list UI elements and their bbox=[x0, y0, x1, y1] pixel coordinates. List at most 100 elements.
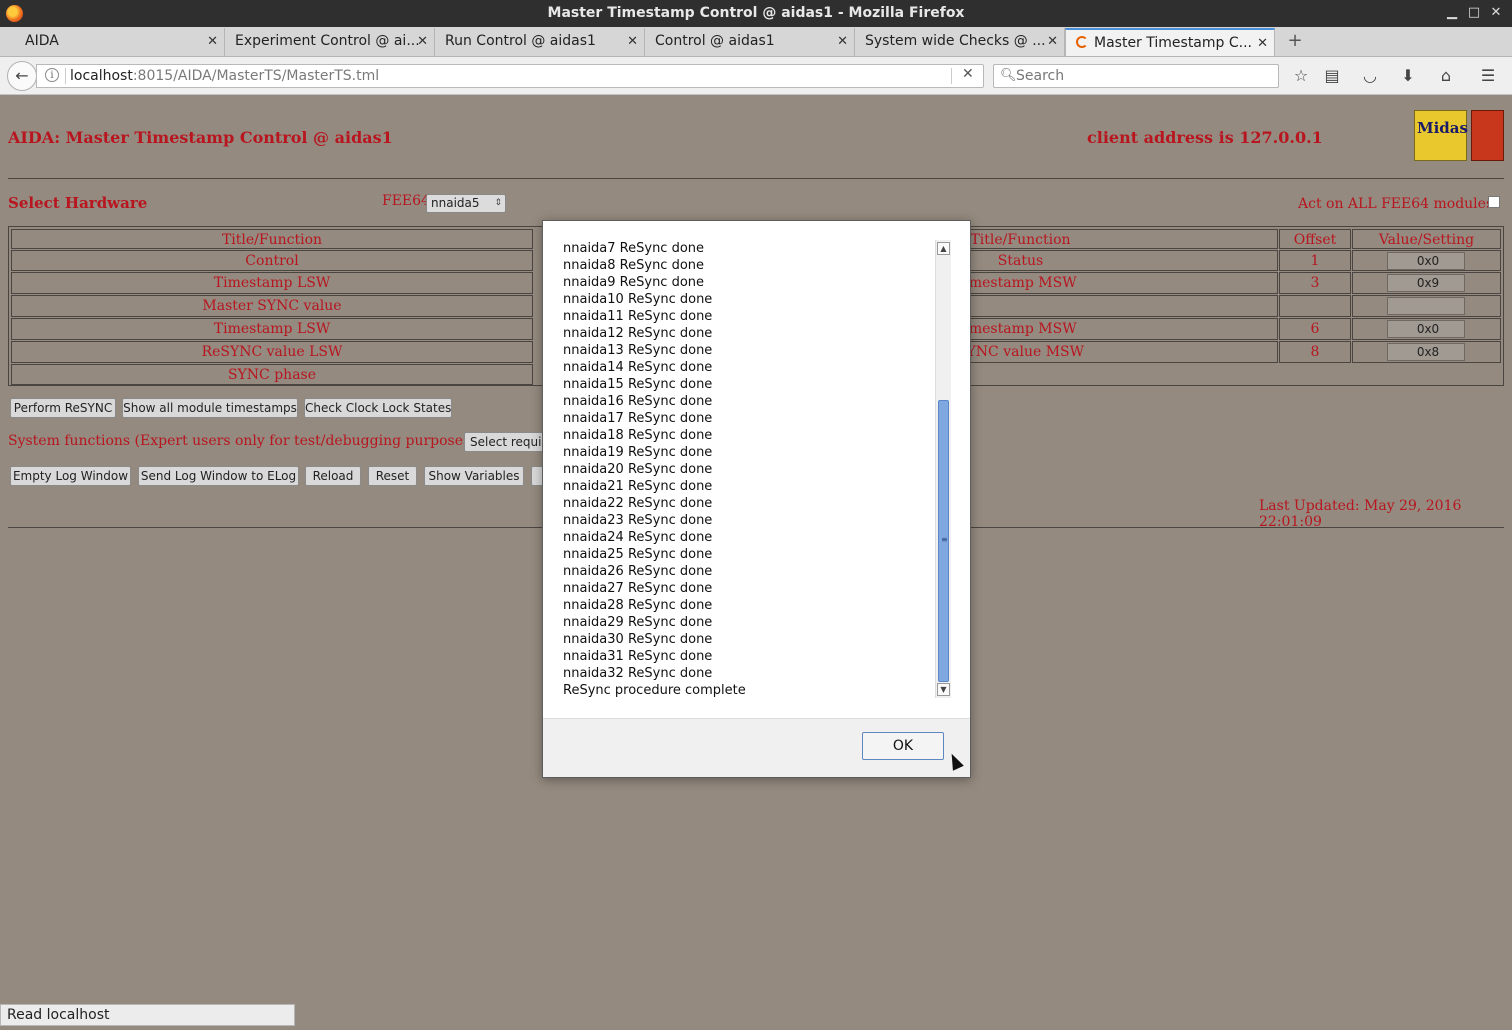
home-icon[interactable]: ⌂ bbox=[1435, 66, 1457, 86]
close-tab-icon[interactable]: ✕ bbox=[1257, 30, 1268, 56]
perform-resync-button[interactable]: Perform ReSYNC bbox=[10, 398, 116, 418]
reader-list-icon[interactable]: ▤ bbox=[1321, 66, 1343, 86]
tab-master-timestamp[interactable]: Master Timestamp C... ✕ bbox=[1065, 28, 1275, 56]
new-tab-icon[interactable]: + bbox=[1285, 30, 1305, 52]
minimize-icon[interactable]: ▁ bbox=[1443, 4, 1461, 22]
tab-system-wide-checks[interactable]: System wide Checks @ ... ✕ bbox=[855, 28, 1065, 56]
tcl-logo bbox=[1471, 110, 1504, 161]
url-bar[interactable]: i localhost:8015/AIDA/MasterTS/MasterTS.… bbox=[36, 64, 984, 88]
act-all-checkbox[interactable] bbox=[1488, 196, 1500, 208]
select-hardware-label: Select Hardware bbox=[8, 194, 148, 212]
dialog-footer: OK bbox=[543, 718, 970, 777]
close-tab-icon[interactable]: ✕ bbox=[417, 28, 428, 55]
resync-alert-dialog: nnaida7 ReSync done nnaida8 ReSync done nn… bbox=[542, 220, 971, 778]
tab-run-control[interactable]: Run Control @ aidas1 ✕ bbox=[435, 28, 645, 56]
dialog-message-line: nnaida22 ReSync done bbox=[563, 496, 713, 511]
value-field[interactable]: 0x0 bbox=[1387, 320, 1465, 338]
dialog-message-line: nnaida15 ReSync done bbox=[563, 377, 713, 392]
ok-button[interactable]: OK bbox=[862, 732, 944, 760]
url-host: localhost bbox=[70, 68, 133, 84]
download-icon[interactable]: ⬇ bbox=[1397, 66, 1419, 86]
value-field[interactable] bbox=[1387, 297, 1465, 315]
divider bbox=[951, 68, 952, 84]
dialog-message-line: nnaida31 ReSync done bbox=[563, 649, 713, 664]
dialog-message-line: nnaida8 ReSync done bbox=[563, 258, 705, 273]
window-title: Master Timestamp Control @ aidas1 - Mozi… bbox=[547, 5, 965, 21]
row-label: Timestamp LSW bbox=[11, 318, 533, 340]
offset-header: Offset bbox=[1279, 229, 1351, 249]
dialog-message-line: nnaida28 ReSync done bbox=[563, 598, 713, 613]
url-path: :8015/AIDA/MasterTS/MasterTS.tml bbox=[132, 68, 380, 84]
dialog-message-line: nnaida27 ReSync done bbox=[563, 581, 713, 596]
row-value-cell: 0x0 bbox=[1352, 250, 1501, 271]
dialog-message-line: nnaida26 ReSync done bbox=[563, 564, 713, 579]
fee64-label: FEE64 bbox=[382, 193, 430, 209]
value-field[interactable]: 0x0 bbox=[1387, 252, 1465, 270]
value-field[interactable]: 0x8 bbox=[1387, 343, 1465, 361]
reload-button[interactable]: Reload bbox=[305, 466, 361, 486]
value-field[interactable]: 0x9 bbox=[1387, 274, 1465, 292]
navigation-bar: ← i localhost:8015/AIDA/MasterTS/MasterT… bbox=[0, 57, 1512, 95]
dialog-message-line: nnaida32 ReSync done bbox=[563, 666, 713, 681]
pocket-icon[interactable]: ◡ bbox=[1359, 66, 1381, 86]
dialog-message-line: nnaida25 ReSync done bbox=[563, 547, 713, 562]
scroll-up-icon[interactable]: ▲ bbox=[937, 242, 950, 255]
dialog-message-line: ReSync procedure complete bbox=[563, 683, 746, 698]
row-value-cell: 0x8 bbox=[1352, 341, 1501, 363]
row-offset: 1 bbox=[1279, 250, 1351, 271]
send-log-to-elog-button[interactable]: Send Log Window to ELog bbox=[138, 466, 299, 486]
dialog-message-line: nnaida21 ReSync done bbox=[563, 479, 713, 494]
dialog-message-line: nnaida18 ReSync done bbox=[563, 428, 713, 443]
dialog-message-line: nnaida19 ReSync done bbox=[563, 445, 713, 460]
dialog-scrollbar[interactable]: ▲ ≡ ▼ bbox=[935, 240, 951, 698]
empty-log-window-button[interactable]: Empty Log Window bbox=[10, 466, 131, 486]
search-input[interactable] bbox=[1016, 67, 1271, 85]
tab-experiment-control[interactable]: Experiment Control @ ai... ✕ bbox=[225, 28, 435, 56]
dialog-message-line: nnaida16 ReSync done bbox=[563, 394, 713, 409]
row-value-cell: 0x0 bbox=[1352, 318, 1501, 340]
back-arrow-icon[interactable]: ← bbox=[7, 61, 37, 91]
search-bar[interactable]: 🔍︎ bbox=[993, 64, 1279, 88]
show-variables-button[interactable]: Show Variables bbox=[424, 466, 524, 486]
close-window-icon[interactable]: ✕ bbox=[1487, 4, 1505, 22]
chevron-updown-icon: ⇕ bbox=[494, 198, 502, 208]
dialog-message-line: nnaida12 ReSync done bbox=[563, 326, 713, 341]
tab-label: Master Timestamp C... bbox=[1094, 35, 1252, 51]
row-label: SYNC phase bbox=[11, 364, 533, 385]
reset-button[interactable]: Reset bbox=[368, 466, 417, 486]
clear-url-icon[interactable]: ✕ bbox=[962, 66, 974, 82]
show-all-timestamps-button[interactable]: Show all module timestamps bbox=[122, 398, 298, 418]
row-label: Master SYNC value bbox=[11, 295, 533, 317]
maximize-icon[interactable]: □ bbox=[1465, 4, 1483, 22]
dialog-message-line: nnaida11 ReSync done bbox=[563, 309, 713, 324]
check-clock-lock-button[interactable]: Check Clock Lock States bbox=[304, 398, 452, 418]
tab-control[interactable]: Control @ aidas1 ✕ bbox=[645, 28, 855, 56]
loading-spinner-icon bbox=[1076, 36, 1088, 48]
dialog-message-line: nnaida23 ReSync done bbox=[563, 513, 713, 528]
dialog-message-line: nnaida17 ReSync done bbox=[563, 411, 713, 426]
page-title: AIDA: Master Timestamp Control @ aidas1 bbox=[8, 128, 393, 147]
dialog-message-line: nnaida30 ReSync done bbox=[563, 632, 713, 647]
tab-aida[interactable]: AIDA ✕ bbox=[15, 28, 225, 56]
dialog-message-line: nnaida24 ReSync done bbox=[563, 530, 713, 545]
left-header: Title/Function bbox=[11, 229, 533, 249]
fee64-select[interactable]: nnaida5 ⇕ bbox=[426, 194, 506, 213]
dialog-message-line: nnaida29 ReSync done bbox=[563, 615, 713, 630]
fee64-selected-value: nnaida5 bbox=[431, 196, 480, 210]
close-tab-icon[interactable]: ✕ bbox=[837, 28, 848, 55]
last-updated: Last Updated: May 29, 2016 22:01:09 bbox=[1259, 498, 1462, 530]
dialog-message-line: nnaida20 ReSync done bbox=[563, 462, 713, 477]
close-tab-icon[interactable]: ✕ bbox=[207, 28, 218, 55]
row-offset bbox=[1279, 295, 1351, 317]
url-text[interactable]: localhost:8015/AIDA/MasterTS/MasterTS.tm… bbox=[70, 68, 379, 84]
close-tab-icon[interactable]: ✕ bbox=[1047, 28, 1058, 55]
scroll-thumb[interactable]: ≡ bbox=[938, 400, 949, 682]
menu-icon[interactable]: ☰ bbox=[1477, 66, 1499, 86]
info-icon[interactable]: i bbox=[45, 68, 59, 82]
grip-icon: ≡ bbox=[941, 535, 948, 544]
window-titlebar: Master Timestamp Control @ aidas1 - Mozi… bbox=[0, 0, 1512, 27]
close-tab-icon[interactable]: ✕ bbox=[627, 28, 638, 55]
bookmark-star-icon[interactable]: ☆ bbox=[1290, 66, 1312, 86]
scroll-down-icon[interactable]: ▼ bbox=[937, 683, 950, 696]
system-function-select[interactable]: Select require bbox=[464, 432, 544, 452]
